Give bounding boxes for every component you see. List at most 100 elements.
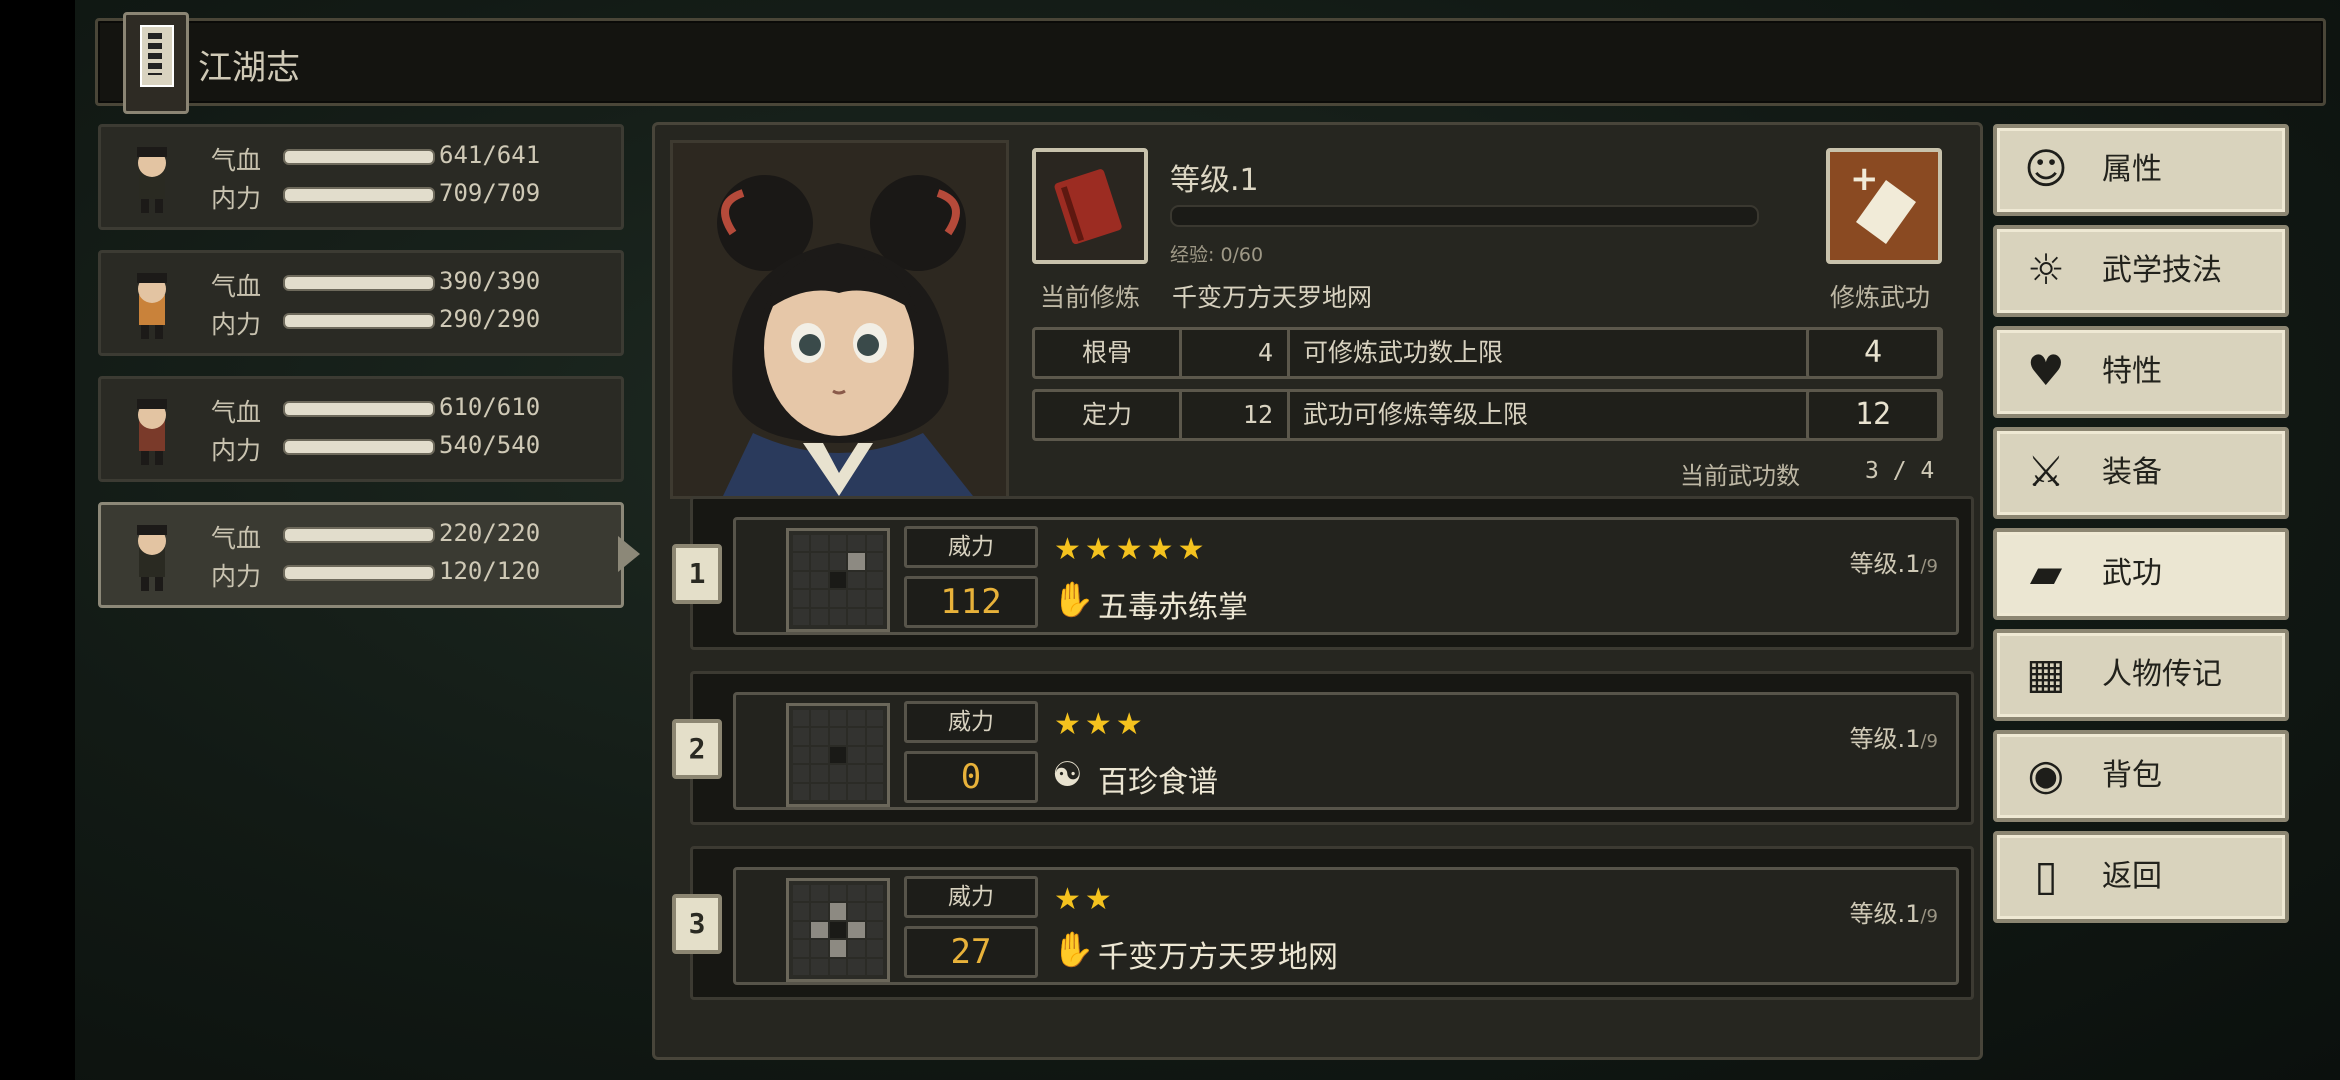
party-member-card[interactable]: 气血 610/610 内力 540/540 [98, 376, 624, 482]
hp-value: 610/610 [439, 393, 541, 421]
power-value: 0 [904, 751, 1038, 803]
mp-bar [283, 187, 435, 203]
menu-button-manual[interactable]: ▰ 武功 [1993, 528, 2289, 620]
menu-label: 背包 [2102, 758, 2162, 793]
manual-icon: ▰ [2029, 548, 2063, 597]
menu-button-insight[interactable]: ☼ 武学技法 [1993, 225, 2289, 317]
journal-book-icon [123, 12, 189, 114]
menu-button-door[interactable]: ▯ 返回 [1993, 831, 2289, 923]
stat-desc: 武功可修炼等级上限 [1303, 400, 1529, 429]
skill-count: 3 / 4 [1865, 458, 1935, 484]
current-cultivation-label: 当前修炼 [1040, 283, 1141, 312]
hp-label: 气血 [211, 272, 262, 301]
power-value: 112 [904, 576, 1038, 628]
svg-text:+: + [1850, 159, 1879, 199]
page-title: 江湖志 [198, 48, 300, 88]
current-cultivation-skill: 千变万方天罗地网 [1172, 283, 1373, 312]
character-level: 等级.1 [1170, 163, 1259, 198]
character-portrait [670, 140, 1009, 499]
skill-shape-grid [786, 528, 890, 632]
header-bar [95, 18, 2326, 106]
practice-skill-button[interactable]: + [1826, 148, 1942, 264]
skill-card: 威力 0 ★★★ ☯ 百珍食谱 等级.1/9 [733, 692, 1959, 810]
hp-value: 220/220 [439, 519, 541, 547]
menu-label: 人物传记 [2102, 657, 2222, 692]
hp-value: 390/390 [439, 267, 541, 295]
mp-label: 内力 [211, 184, 262, 213]
palm-icon: ✋ [1052, 930, 1095, 970]
star-rating: ★★★★★ [1054, 532, 1209, 567]
menu-button-person[interactable]: ☺ 属性 [1993, 124, 2289, 216]
hp-label: 气血 [211, 524, 262, 553]
skill-card: 威力 27 ★★ ✋ 千变万方天罗地网 等级.1/9 [733, 867, 1959, 985]
stat-name: 根骨 [1035, 330, 1182, 376]
skill-count-label: 当前武功数 [1680, 462, 1800, 490]
skill-name: 五毒赤练掌 [1098, 590, 1248, 625]
mp-value: 709/709 [439, 179, 541, 207]
skill-level: 等级.1/9 [1849, 725, 1938, 753]
hp-bar [283, 401, 435, 417]
trait-icon: ♥ [2027, 346, 2065, 395]
menu-label: 武功 [2102, 556, 2162, 591]
party-member-card[interactable]: 气血 390/390 内力 290/290 [98, 250, 624, 356]
exp-bar [1170, 205, 1759, 227]
stat-row-focus: 定力 12 武功可修炼等级上限 12 [1032, 389, 1943, 441]
hp-label: 气血 [211, 146, 262, 175]
cultivation-book-icon [1032, 148, 1148, 264]
skill-row[interactable]: 威力 27 ★★ ✋ 千变万方天罗地网 等级.1/9 [690, 846, 1974, 1000]
stat-desc: 可修炼武功数上限 [1303, 338, 1504, 367]
menu-label: 装备 [2102, 455, 2162, 490]
menu-button-bag[interactable]: ◉ 背包 [1993, 730, 2289, 822]
stat-cap: 12 [1806, 389, 1940, 441]
stat-value: 4 [1182, 330, 1290, 376]
party-avatar [137, 525, 167, 591]
mp-bar [283, 313, 435, 329]
skill-row[interactable]: 威力 0 ★★★ ☯ 百珍食谱 等级.1/9 [690, 671, 1974, 825]
door-icon: ▯ [2034, 851, 2058, 900]
skill-name: 千变万方天罗地网 [1098, 940, 1338, 975]
skill-slot-number: 2 [672, 719, 722, 779]
mp-value: 540/540 [439, 431, 541, 459]
selection-arrow-icon [618, 536, 640, 572]
party-avatar [137, 399, 167, 465]
mp-label: 内力 [211, 562, 262, 591]
menu-label: 武学技法 [2102, 253, 2222, 288]
stat-row-bone: 根骨 4 可修炼武功数上限 4 [1032, 327, 1943, 379]
skill-shape-grid [786, 703, 890, 807]
practice-skill-label: 修炼武功 [1830, 283, 1931, 312]
menu-button-sword[interactable]: ⚔ 装备 [1993, 427, 2289, 519]
power-label: 威力 [904, 701, 1038, 743]
hp-label: 气血 [211, 398, 262, 427]
stat-name: 定力 [1035, 392, 1182, 438]
mp-bar [283, 565, 435, 581]
skill-slot-number: 3 [672, 894, 722, 954]
party-avatar [137, 273, 167, 339]
mp-label: 内力 [211, 436, 262, 465]
hp-bar [283, 527, 435, 543]
skill-slot-number: 1 [672, 544, 722, 604]
star-rating: ★★ [1054, 882, 1116, 917]
skill-card: 威力 112 ★★★★★ ✋ 五毒赤练掌 等级.1/9 [733, 517, 1959, 635]
skill-shape-grid [786, 878, 890, 982]
party-member-card[interactable]: 气血 220/220 内力 120/120 [98, 502, 624, 608]
skill-level: 等级.1/9 [1849, 550, 1938, 578]
exp-text: 经验: 0/60 [1170, 244, 1264, 266]
hp-bar [283, 275, 435, 291]
yin-yang-icon: ☯ [1052, 755, 1083, 795]
star-rating: ★★★ [1054, 707, 1147, 742]
menu-button-trait[interactable]: ♥ 特性 [1993, 326, 2289, 418]
skill-level: 等级.1/9 [1849, 900, 1938, 928]
party-member-card[interactable]: 气血 641/641 内力 709/709 [98, 124, 624, 230]
menu-button-scroll[interactable]: ▦ 人物传记 [1993, 629, 2289, 721]
sword-icon: ⚔ [2027, 447, 2065, 496]
power-label: 威力 [904, 876, 1038, 918]
hp-bar [283, 149, 435, 165]
menu-label: 特性 [2102, 354, 2162, 389]
menu-label: 属性 [2102, 152, 2162, 187]
skill-name: 百珍食谱 [1098, 765, 1218, 800]
menu-label: 返回 [2102, 859, 2162, 894]
skill-row[interactable]: 威力 112 ★★★★★ ✋ 五毒赤练掌 等级.1/9 [690, 496, 1974, 650]
power-label: 威力 [904, 526, 1038, 568]
stat-value: 12 [1182, 392, 1290, 438]
insight-icon: ☼ [2027, 245, 2065, 294]
